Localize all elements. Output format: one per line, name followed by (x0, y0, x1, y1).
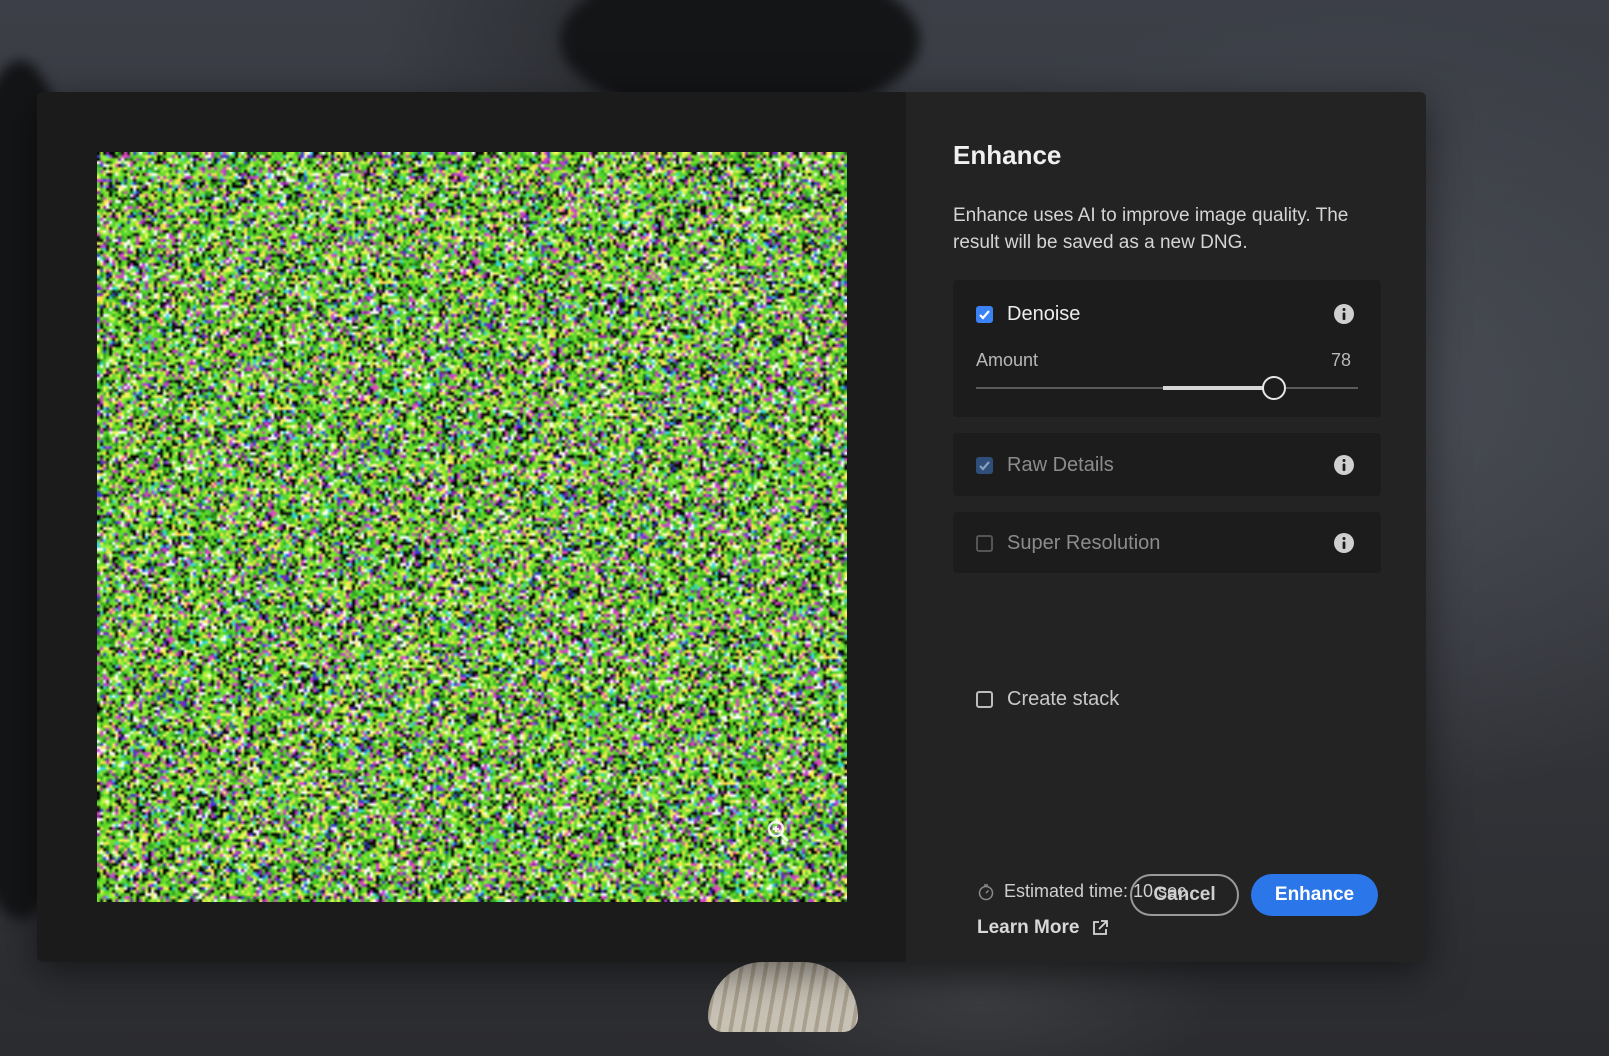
amount-slider[interactable] (976, 376, 1358, 400)
denoise-checkbox[interactable] (976, 305, 993, 323)
create-stack-option[interactable]: Create stack (976, 685, 1119, 713)
zoom-icon[interactable] (765, 818, 791, 844)
denoise-option[interactable]: Denoise (976, 300, 1080, 328)
raw-details-option[interactable]: Raw Details (976, 451, 1114, 479)
slider-thumb[interactable] (1262, 376, 1286, 400)
external-link-icon (1093, 920, 1109, 935)
dialog-description: Enhance uses AI to improve image quality… (953, 205, 1349, 253)
create-stack-label: Create stack (1007, 687, 1120, 710)
raw-details-card: Raw Details (953, 433, 1381, 496)
preview-pane (37, 92, 906, 962)
enhance-dialog: Enhance Enhance uses AI to improve image… (37, 92, 1426, 962)
amount-label: Amount (976, 350, 1039, 370)
info-icon[interactable] (1333, 303, 1355, 325)
super-resolution-checkbox[interactable] (976, 534, 993, 552)
slider-fill (1163, 386, 1274, 390)
checkmark-icon (979, 460, 990, 471)
denoise-label: Denoise (1007, 302, 1081, 325)
learn-more-link[interactable]: Learn More (977, 917, 1109, 939)
background-shell (708, 962, 858, 1032)
settings-panel: Enhance Enhance uses AI to improve image… (906, 92, 1426, 962)
info-icon[interactable] (1333, 532, 1355, 554)
denoise-card: Denoise Amount 78 (953, 280, 1381, 417)
info-icon[interactable] (1333, 454, 1355, 476)
timer-icon (978, 883, 994, 900)
noise-preview (97, 152, 847, 902)
preview-image[interactable] (97, 152, 847, 902)
learn-more-label: Learn More (977, 917, 1080, 938)
checkmark-icon (979, 309, 990, 320)
super-resolution-option[interactable]: Super Resolution (976, 529, 1160, 557)
enhance-button[interactable]: Enhance (1251, 874, 1378, 916)
cancel-button[interactable]: Cancel (1130, 874, 1239, 916)
raw-details-label: Raw Details (1007, 453, 1114, 476)
dialog-title: Enhance (953, 140, 1062, 170)
super-resolution-card: Super Resolution (953, 512, 1381, 573)
super-resolution-label: Super Resolution (1007, 531, 1161, 554)
create-stack-checkbox[interactable] (976, 690, 993, 708)
raw-details-checkbox[interactable] (976, 456, 993, 474)
amount-value[interactable]: 78 (1331, 350, 1351, 371)
